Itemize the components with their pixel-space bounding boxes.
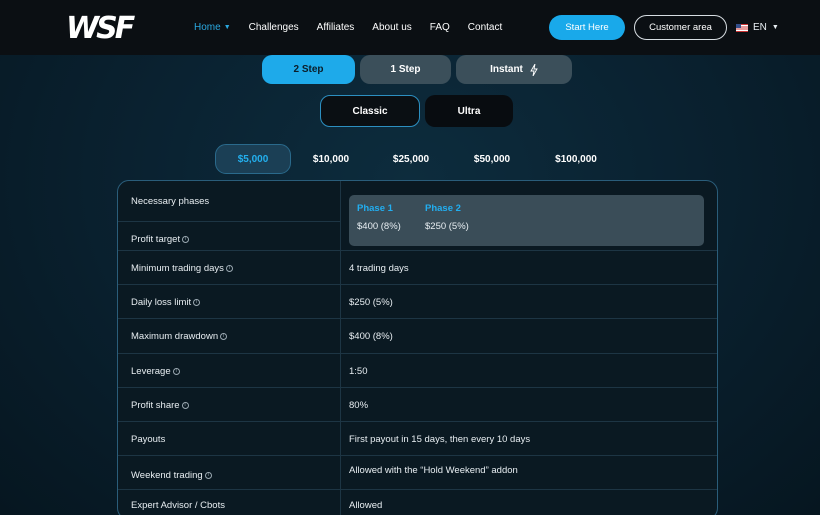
top-navbar: WSF Home ▼ Challenges Affiliates About u… [0,0,820,55]
tab-2-step[interactable]: 2 Step [262,55,355,84]
customer-area-button[interactable]: Customer area [634,15,727,40]
wsf-logo[interactable]: WSF [66,12,150,42]
row-label-text: Expert Advisor / Cbots [131,499,225,511]
language-label: EN [753,22,767,33]
nav-home[interactable]: Home ▼ [194,22,231,33]
info-icon[interactable]: i [193,298,201,306]
row-label: Leverage i [131,354,180,388]
chevron-down-icon: ▼ [223,24,231,31]
chevron-down-icon: ▼ [771,24,779,31]
row-value: First payout in 15 days, then every 10 d… [349,433,531,445]
amount-50000[interactable]: $50,000 [461,144,523,174]
amount-5000[interactable]: $5,000 [215,144,291,174]
start-here-button[interactable]: Start Here [549,15,625,40]
lightning-icon [530,63,538,76]
phase-1-name: Phase 1 [357,203,393,214]
row-label-text: Profit share [131,399,180,411]
info-icon[interactable]: i [220,333,228,340]
row-label-text: Weekend trading [131,469,203,481]
nav-contact[interactable]: Contact [468,22,502,33]
row-label: Maximum drawdown i [131,319,228,354]
table-row: Daily loss limit i $250 (5%) [118,285,717,319]
phases-panel: Phase 1 $400 (8%) Phase 2 $250 (5%) [349,195,704,246]
row-value: 80% [349,399,369,411]
row-value: Allowed with the “Hold Weekend” addon [349,464,518,476]
nav-about[interactable]: About us [372,22,411,33]
row-value: 4 trading days [349,262,409,274]
table-row: Leverage i 1:50 [118,354,717,388]
row-label: Payouts [131,422,165,456]
row-label-text: Daily loss limit [131,296,192,308]
nav-faq[interactable]: FAQ [430,22,450,33]
profit-target-text: Profit target [131,234,181,245]
table-row: Expert Advisor / Cbots Allowed [118,490,717,515]
info-icon[interactable]: i [204,471,212,479]
language-selector[interactable]: EN ▼ [736,0,779,55]
nav-home-label: Home [194,22,221,33]
row-label: Minimum trading days i [131,251,233,285]
table-row: Minimum trading days i 4 trading days [118,251,717,285]
table-row: Profit share i 80% [118,388,717,422]
row-value: $400 (8%) [349,331,393,342]
row-label-text: Maximum drawdown [131,331,219,342]
row-label-text: Leverage [131,365,171,377]
table-row: Maximum drawdown i $400 (8%) [118,319,717,354]
necessary-phases-label: Necessary phases [131,196,210,207]
table-row: Necessary phases [118,181,340,222]
tab-instant[interactable]: Instant [456,55,572,84]
row-value: 1:50 [349,365,368,377]
table-row: Weekend trading i Allowed with the “Hold… [118,456,717,492]
info-icon[interactable]: i [172,367,180,375]
info-icon[interactable]: i [182,236,190,243]
row-label: Daily loss limit i [131,285,201,319]
phase-1-value: $400 (8%) [357,221,401,232]
row-value: $250 (5%) [349,296,393,308]
row-label: Profit share i [131,388,189,422]
tab-instant-label: Instant [490,64,523,75]
phase-2-name: Phase 2 [425,203,461,214]
amount-100000[interactable]: $100,000 [540,144,612,174]
nav-affiliates[interactable]: Affiliates [317,22,355,33]
amount-10000[interactable]: $10,000 [300,144,362,174]
phase-2: Phase 2 $250 (5%) [425,203,469,232]
nav-links: Home ▼ Challenges Affiliates About us FA… [194,0,520,55]
table-row: Payouts First payout in 15 days, then ev… [118,422,717,456]
phase-1: Phase 1 $400 (8%) [357,203,401,232]
nav-challenges[interactable]: Challenges [249,22,299,33]
row-label: Weekend trading i [131,458,212,492]
challenge-details-table: Necessary phases Profit target i Phase 1… [117,180,718,515]
amount-25000[interactable]: $25,000 [380,144,442,174]
tab-1-step[interactable]: 1 Step [360,55,451,84]
row-label-text: Payouts [131,433,166,445]
tab-ultra[interactable]: Ultra [425,95,513,127]
us-flag-icon [736,23,748,32]
svg-text:WSF: WSF [66,12,136,42]
tab-classic[interactable]: Classic [320,95,420,127]
row-label-text: Minimum trading days [131,262,224,274]
row-value: Allowed [349,499,383,511]
row-label: Expert Advisor / Cbots [131,490,225,515]
info-icon[interactable]: i [181,401,189,409]
phase-2-value: $250 (5%) [425,221,469,232]
info-icon[interactable]: i [225,264,233,272]
